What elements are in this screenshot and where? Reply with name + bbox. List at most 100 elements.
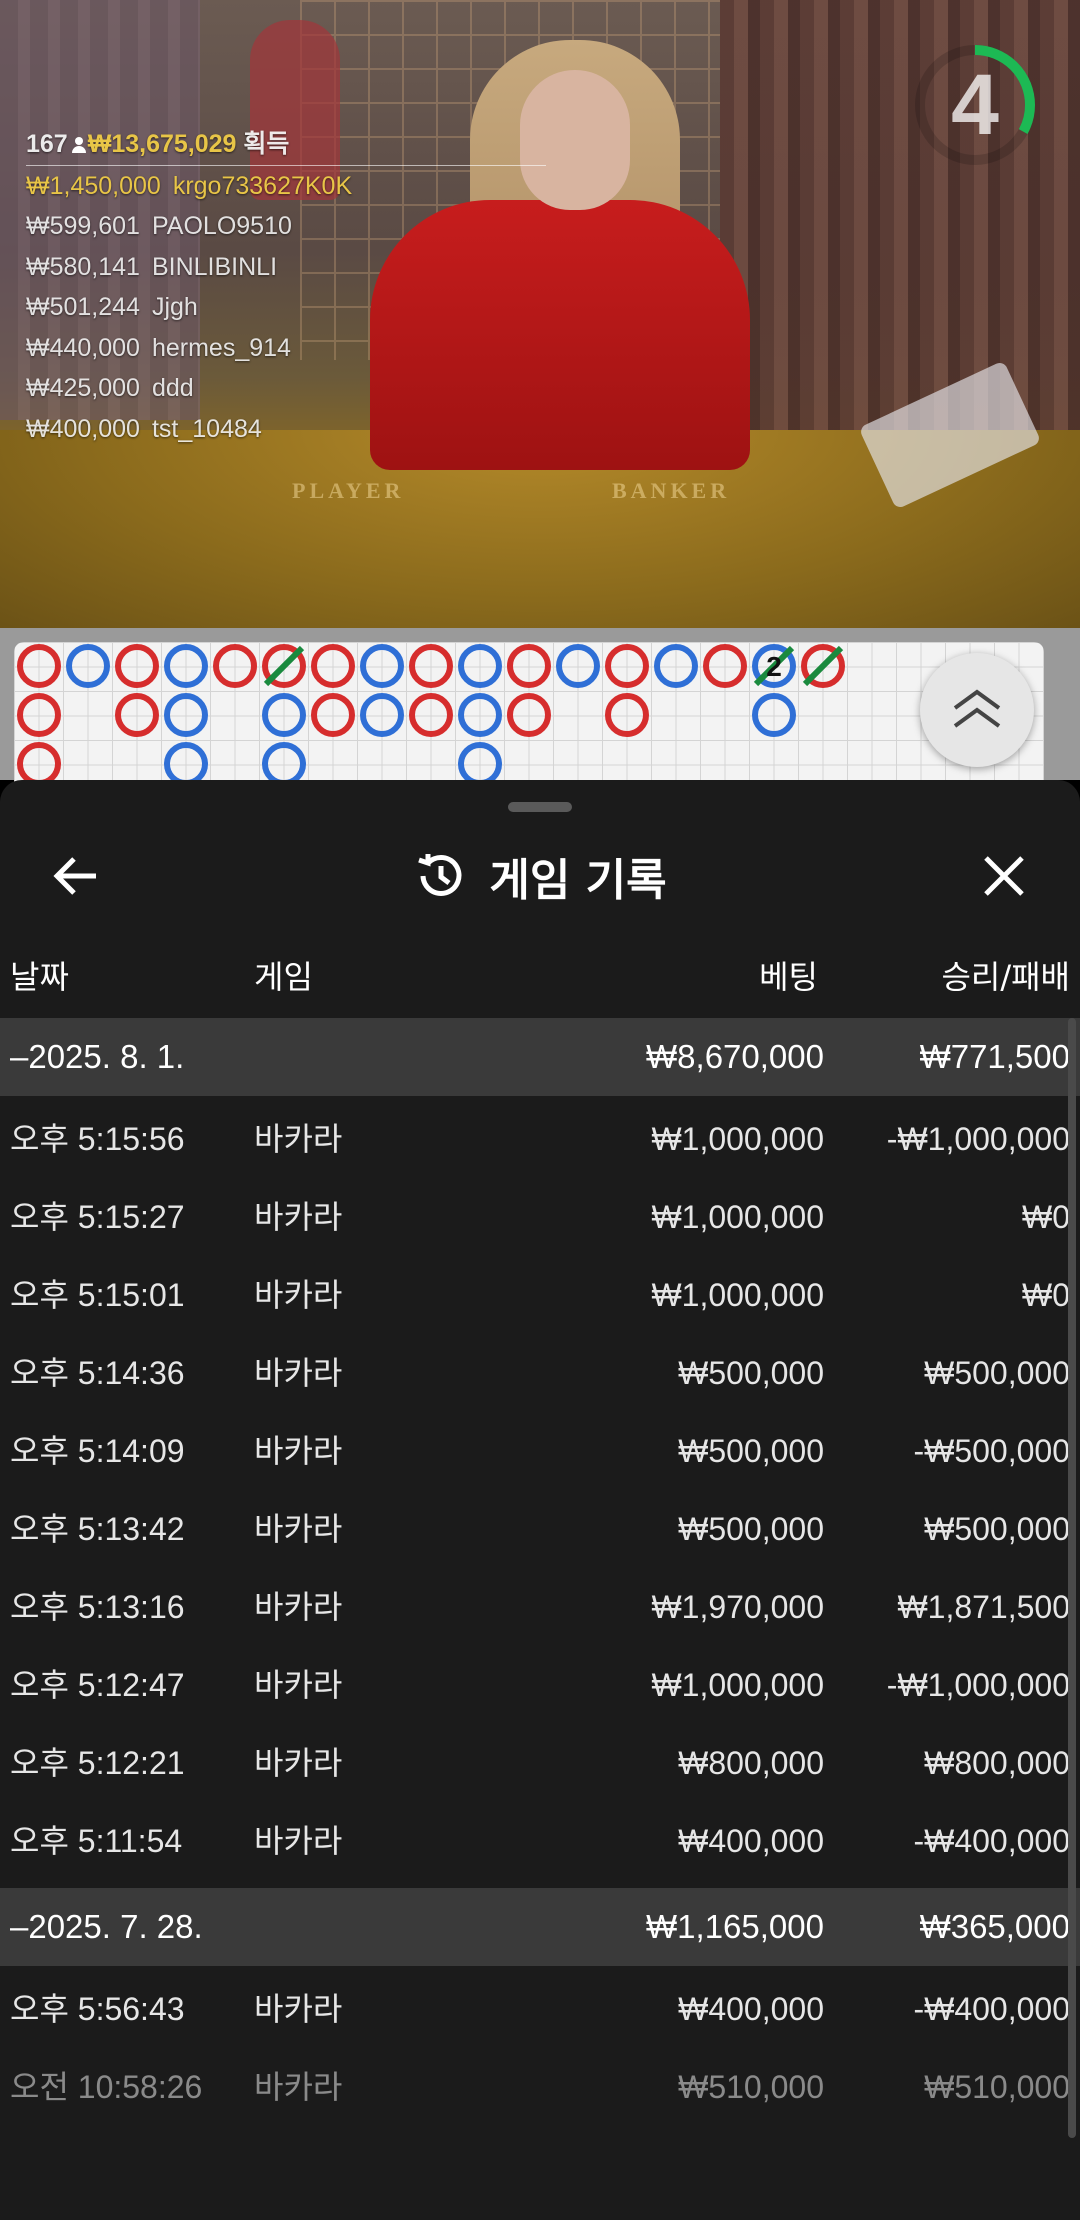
player-bead [164, 693, 208, 737]
table-row[interactable]: 오후 5:14:09 바카라 ₩500,000 -₩500,000 [0, 1412, 1080, 1490]
winners-list: 167 ₩13,675,029 획득 ₩1,450,000 krgo733627K0… [26, 124, 546, 449]
row-game: 바카라 [254, 1276, 343, 1314]
total-won-label: 획득 [243, 130, 290, 158]
banker-bead [17, 693, 61, 737]
expand-roadmap-button[interactable] [920, 653, 1034, 767]
row-time: 오후 5:15:56 [10, 1121, 185, 1157]
player-bead [360, 644, 404, 688]
winner-row: ₩580,141 BINLIBINLI [26, 247, 546, 288]
player-bead [556, 644, 600, 688]
scrollbar[interactable] [1068, 1018, 1076, 2138]
close-button[interactable] [968, 840, 1040, 912]
table-row[interactable]: 오후 5:13:42 바카라 ₩500,000 ₩500,000 [0, 1490, 1080, 1568]
column-result: 승리/패배 [941, 958, 1070, 996]
row-result: ₩0 [1022, 1277, 1070, 1313]
player-bead [458, 644, 502, 688]
player-bead [66, 644, 110, 688]
banker-bead [311, 693, 355, 737]
game-history-panel: 게임 기록 날짜 게임 베팅 승리/패배 –2025. 8. 1. ₩8,670,… [0, 780, 1080, 2220]
row-time: 오후 5:12:47 [10, 1667, 185, 1703]
player-bead [262, 742, 306, 786]
user-icon [71, 137, 86, 153]
table-row[interactable]: 오후 5:15:27 바카라 ₩1,000,000 ₩0 [0, 1178, 1080, 1256]
winner-name: PAOLO9510 [151, 212, 292, 240]
player-bead [458, 693, 502, 737]
row-result: -₩400,000 [913, 1823, 1070, 1859]
banker-bead [703, 644, 747, 688]
row-result: ₩0 [1022, 1199, 1070, 1235]
table-row[interactable]: 오후 5:15:01 바카라 ₩1,000,000 ₩0 [0, 1256, 1080, 1334]
row-bet: ₩1,000,000 [651, 1667, 824, 1703]
row-bet: ₩400,000 [678, 1991, 824, 2027]
banker-bead [311, 644, 355, 688]
winners-summary: 167 ₩13,675,029 획득 [26, 124, 546, 165]
row-result: ₩510,000 [924, 2069, 1070, 2105]
row-result: -₩1,000,000 [886, 1667, 1070, 1703]
row-bet: ₩510,000 [678, 2069, 824, 2105]
table-header: 날짜 게임 베팅 승리/패배 [0, 952, 1080, 1008]
row-game: 바카라 [254, 1588, 343, 1626]
live-video: PLAYER BANKER 167 ₩13,675,029 획득 ₩1,450,0… [0, 0, 1080, 628]
back-button[interactable] [40, 840, 112, 912]
row-bet: ₩500,000 [678, 1433, 824, 1469]
table-label-player: PLAYER [292, 478, 405, 503]
table-label-banker: BANKER [612, 478, 731, 503]
row-bet: ₩800,000 [678, 1745, 824, 1781]
row-game: 바카라 [254, 1990, 343, 2028]
close-icon [984, 856, 1024, 896]
winner-name: ddd [151, 374, 194, 402]
row-game: 바카라 [254, 1510, 343, 1548]
table-row[interactable]: 오후 5:14:36 바카라 ₩500,000 ₩500,000 [0, 1334, 1080, 1412]
column-date: 날짜 [10, 958, 69, 996]
row-time: 오후 5:15:27 [10, 1199, 185, 1235]
player-bead [654, 644, 698, 688]
table-row[interactable]: 오후 5:56:43 바카라 ₩400,000 -₩400,000 [0, 1970, 1080, 2048]
row-result: -₩1,000,000 [886, 1121, 1070, 1157]
row-bet: ₩400,000 [678, 1823, 824, 1859]
date-group-row[interactable]: –2025. 7. 28. ₩1,165,000 ₩365,000 [0, 1888, 1080, 1966]
table-row[interactable]: 오후 5:12:47 바카라 ₩1,000,000 -₩1,000,000 [0, 1646, 1080, 1724]
bead-road-grid: 2 [14, 642, 1044, 792]
winner-amount: ₩425,000 [26, 374, 140, 402]
winner-amount: ₩599,601 [26, 212, 140, 240]
row-time: 오후 5:15:01 [10, 1277, 185, 1313]
row-result: -₩400,000 [913, 1991, 1070, 2027]
banker-bead [409, 693, 453, 737]
banker-bead [115, 644, 159, 688]
banker-bead [17, 644, 61, 688]
row-time: 오후 5:13:16 [10, 1589, 185, 1625]
row-result: -₩500,000 [913, 1433, 1070, 1469]
row-bet: ₩1,000,000 [651, 1121, 824, 1157]
total-won: ₩13,675,029 [87, 130, 237, 158]
group-result-total: ₩365,000 [919, 1908, 1070, 1945]
column-game: 게임 [254, 958, 313, 996]
table-row[interactable]: 오후 5:13:16 바카라 ₩1,970,000 ₩1,871,500 [0, 1568, 1080, 1646]
table-row[interactable]: 오후 5:15:56 바카라 ₩1,000,000 -₩1,000,000 [0, 1100, 1080, 1178]
road-map-beads: 2 [17, 644, 845, 786]
row-result: ₩800,000 [924, 1745, 1070, 1781]
row-bet: ₩1,000,000 [651, 1199, 824, 1235]
banker-bead [507, 644, 551, 688]
table-row[interactable]: 오전 10:58:26 바카라 ₩510,000 ₩510,000 [0, 2048, 1080, 2126]
winner-row: ₩440,000 hermes_914 [26, 328, 546, 369]
winner-amount: ₩501,244 [26, 293, 140, 321]
row-result: ₩500,000 [924, 1511, 1070, 1547]
drag-handle[interactable] [508, 802, 572, 812]
row-game: 바카라 [254, 1354, 343, 1392]
winner-row: ₩425,000 ddd [26, 368, 546, 409]
banker-bead [115, 693, 159, 737]
winner-amount: ₩440,000 [26, 333, 140, 362]
date-group-row[interactable]: –2025. 8. 1. ₩8,670,000 ₩771,500 [0, 1018, 1080, 1096]
row-game: 바카라 [254, 1120, 343, 1158]
table-row[interactable]: 오후 5:12:21 바카라 ₩800,000 ₩800,000 [0, 1724, 1080, 1802]
banker-bead [17, 742, 61, 786]
countdown-number: 4 [951, 56, 999, 153]
player-bead [262, 693, 306, 737]
row-bet: ₩500,000 [678, 1355, 824, 1391]
player-bead [752, 693, 796, 737]
table-row[interactable]: 오후 5:11:54 바카라 ₩400,000 -₩400,000 [0, 1802, 1080, 1880]
winner-name: hermes_914 [151, 333, 291, 362]
winner-name: krgo733627K0K [172, 171, 353, 200]
winner-row: ₩400,000 tst_10484 [26, 409, 546, 450]
row-time: 오후 5:12:21 [10, 1745, 185, 1781]
